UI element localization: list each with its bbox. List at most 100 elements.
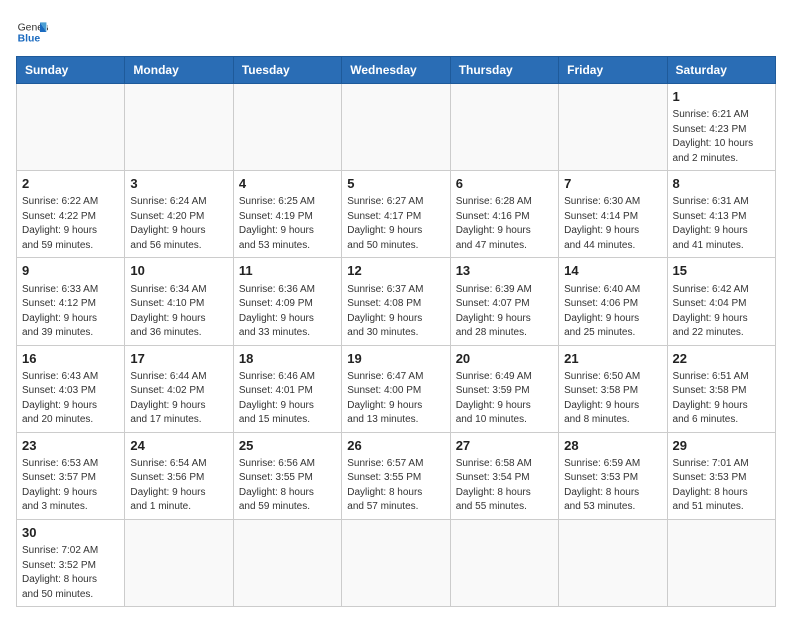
- day-number: 20: [456, 350, 553, 368]
- day-info: Sunrise: 6:50 AM Sunset: 3:58 PM Dayligh…: [564, 370, 661, 428]
- weekday-header-row: SundayMondayTuesdayWednesdayThursdayFrid…: [17, 57, 776, 84]
- calendar-cell: [450, 519, 558, 606]
- calendar-cell: [125, 84, 233, 171]
- calendar-cell: 15 Sunrise: 6:42 AM Sunset: 4:04 PM Dayli…: [667, 258, 775, 345]
- weekday-header-sunday: Sunday: [17, 57, 125, 84]
- calendar-cell: [233, 84, 341, 171]
- calendar-header: SundayMondayTuesdayWednesdayThursdayFrid…: [17, 57, 776, 84]
- calendar-cell: 10Sunrise: 6:34 AM Sunset: 4:10 PM Dayli…: [125, 258, 233, 345]
- calendar-cell: 9Sunrise: 6:33 AM Sunset: 4:12 PM Daylig…: [17, 258, 125, 345]
- calendar-cell: 29Sunrise: 7:01 AM Sunset: 3:53 PM Dayli…: [667, 432, 775, 519]
- page-header: General Blue: [16, 16, 776, 48]
- calendar-cell: [233, 519, 341, 606]
- day-number: 27: [456, 437, 553, 455]
- calendar-cell: 4Sunrise: 6:25 AM Sunset: 4:19 PM Daylig…: [233, 171, 341, 258]
- day-number: 12: [347, 262, 444, 280]
- day-number: 25: [239, 437, 336, 455]
- calendar-cell: 16Sunrise: 6:43 AM Sunset: 4:03 PM Dayli…: [17, 345, 125, 432]
- day-number: 21: [564, 350, 661, 368]
- day-number: 6: [456, 175, 553, 193]
- calendar-table: SundayMondayTuesdayWednesdayThursdayFrid…: [16, 56, 776, 607]
- day-info: Sunrise: 6:39 AM Sunset: 4:07 PM Dayligh…: [456, 283, 553, 341]
- day-number: 28: [564, 437, 661, 455]
- calendar-cell: [667, 519, 775, 606]
- day-number: 1: [673, 88, 770, 106]
- weekday-header-thursday: Thursday: [450, 57, 558, 84]
- day-info: Sunrise: 6:42 AM Sunset: 4:04 PM Dayligh…: [673, 283, 770, 341]
- calendar-cell: 26Sunrise: 6:57 AM Sunset: 3:55 PM Dayli…: [342, 432, 450, 519]
- day-number: 13: [456, 262, 553, 280]
- day-info: Sunrise: 6:44 AM Sunset: 4:02 PM Dayligh…: [130, 370, 227, 428]
- day-number: 9: [22, 262, 119, 280]
- logo: General Blue: [16, 16, 48, 48]
- svg-text:Blue: Blue: [18, 34, 41, 45]
- day-number: 29: [673, 437, 770, 455]
- day-info: Sunrise: 6:30 AM Sunset: 4:14 PM Dayligh…: [564, 195, 661, 253]
- calendar-cell: 21 Sunrise: 6:50 AM Sunset: 3:58 PM Dayli…: [559, 345, 667, 432]
- day-info: Sunrise: 6:28 AM Sunset: 4:16 PM Dayligh…: [456, 195, 553, 253]
- day-info: Sunrise: 6:24 AM Sunset: 4:20 PM Dayligh…: [130, 195, 227, 253]
- day-number: 30: [22, 524, 119, 542]
- day-number: 16: [22, 350, 119, 368]
- weekday-header-saturday: Saturday: [667, 57, 775, 84]
- calendar-week-row: 23Sunrise: 6:53 AM Sunset: 3:57 PM Dayli…: [17, 432, 776, 519]
- calendar-cell: 13 Sunrise: 6:39 AM Sunset: 4:07 PM Dayli…: [450, 258, 558, 345]
- day-number: 24: [130, 437, 227, 455]
- calendar-week-row: 16Sunrise: 6:43 AM Sunset: 4:03 PM Dayli…: [17, 345, 776, 432]
- calendar-week-row: 30 Sunrise: 7:02 AM Sunset: 3:52 PM Dayli…: [17, 519, 776, 606]
- day-number: 3: [130, 175, 227, 193]
- day-number: 18: [239, 350, 336, 368]
- calendar-cell: 12 Sunrise: 6:37 AM Sunset: 4:08 PM Dayli…: [342, 258, 450, 345]
- calendar-cell: [559, 519, 667, 606]
- day-info: Sunrise: 6:49 AM Sunset: 3:59 PM Dayligh…: [456, 370, 553, 428]
- calendar-cell: [17, 84, 125, 171]
- day-number: 19: [347, 350, 444, 368]
- logo-icon: General Blue: [16, 16, 48, 48]
- calendar-cell: 19 Sunrise: 6:47 AM Sunset: 4:00 PM Dayli…: [342, 345, 450, 432]
- day-info: Sunrise: 6:51 AM Sunset: 3:58 PM Dayligh…: [673, 370, 770, 428]
- calendar-cell: 22 Sunrise: 6:51 AM Sunset: 3:58 PM Dayli…: [667, 345, 775, 432]
- calendar-cell: 2 Sunrise: 6:22 AM Sunset: 4:22 PM Daylig…: [17, 171, 125, 258]
- calendar-cell: [342, 84, 450, 171]
- day-info: Sunrise: 6:22 AM Sunset: 4:22 PM Dayligh…: [22, 195, 119, 253]
- day-info: Sunrise: 6:31 AM Sunset: 4:13 PM Dayligh…: [673, 195, 770, 253]
- day-info: Sunrise: 6:37 AM Sunset: 4:08 PM Dayligh…: [347, 283, 444, 341]
- day-number: 15: [673, 262, 770, 280]
- day-number: 7: [564, 175, 661, 193]
- calendar-cell: 11 Sunrise: 6:36 AM Sunset: 4:09 PM Dayli…: [233, 258, 341, 345]
- day-number: 22: [673, 350, 770, 368]
- day-info: Sunrise: 6:34 AM Sunset: 4:10 PM Dayligh…: [130, 283, 227, 341]
- day-info: Sunrise: 6:57 AM Sunset: 3:55 PM Dayligh…: [347, 457, 444, 515]
- day-number: 17: [130, 350, 227, 368]
- day-info: Sunrise: 6:36 AM Sunset: 4:09 PM Dayligh…: [239, 283, 336, 341]
- calendar-cell: 25 Sunrise: 6:56 AM Sunset: 3:55 PM Dayli…: [233, 432, 341, 519]
- calendar-cell: [559, 84, 667, 171]
- day-number: 2: [22, 175, 119, 193]
- day-number: 14: [564, 262, 661, 280]
- calendar-cell: 28 Sunrise: 6:59 AM Sunset: 3:53 PM Dayli…: [559, 432, 667, 519]
- day-number: 11: [239, 262, 336, 280]
- calendar-cell: 17 Sunrise: 6:44 AM Sunset: 4:02 PM Dayli…: [125, 345, 233, 432]
- calendar-cell: 14 Sunrise: 6:40 AM Sunset: 4:06 PM Dayli…: [559, 258, 667, 345]
- day-info: Sunrise: 6:40 AM Sunset: 4:06 PM Dayligh…: [564, 283, 661, 341]
- day-info: Sunrise: 6:59 AM Sunset: 3:53 PM Dayligh…: [564, 457, 661, 515]
- day-number: 8: [673, 175, 770, 193]
- calendar-cell: 5Sunrise: 6:27 AM Sunset: 4:17 PM Daylig…: [342, 171, 450, 258]
- calendar-cell: 27Sunrise: 6:58 AM Sunset: 3:54 PM Dayli…: [450, 432, 558, 519]
- calendar-week-row: 9Sunrise: 6:33 AM Sunset: 4:12 PM Daylig…: [17, 258, 776, 345]
- calendar-week-row: 1Sunrise: 6:21 AM Sunset: 4:23 PM Daylig…: [17, 84, 776, 171]
- day-info: Sunrise: 6:25 AM Sunset: 4:19 PM Dayligh…: [239, 195, 336, 253]
- day-info: Sunrise: 6:56 AM Sunset: 3:55 PM Dayligh…: [239, 457, 336, 515]
- calendar-cell: 8 Sunrise: 6:31 AM Sunset: 4:13 PM Daylig…: [667, 171, 775, 258]
- day-info: Sunrise: 6:27 AM Sunset: 4:17 PM Dayligh…: [347, 195, 444, 253]
- calendar-body: 1Sunrise: 6:21 AM Sunset: 4:23 PM Daylig…: [17, 84, 776, 607]
- calendar-cell: 20 Sunrise: 6:49 AM Sunset: 3:59 PM Dayli…: [450, 345, 558, 432]
- day-info: Sunrise: 6:47 AM Sunset: 4:00 PM Dayligh…: [347, 370, 444, 428]
- calendar-cell: [342, 519, 450, 606]
- weekday-header-tuesday: Tuesday: [233, 57, 341, 84]
- day-info: Sunrise: 7:02 AM Sunset: 3:52 PM Dayligh…: [22, 544, 119, 602]
- calendar-cell: [450, 84, 558, 171]
- calendar-cell: 1Sunrise: 6:21 AM Sunset: 4:23 PM Daylig…: [667, 84, 775, 171]
- weekday-header-wednesday: Wednesday: [342, 57, 450, 84]
- calendar-cell: 24Sunrise: 6:54 AM Sunset: 3:56 PM Dayli…: [125, 432, 233, 519]
